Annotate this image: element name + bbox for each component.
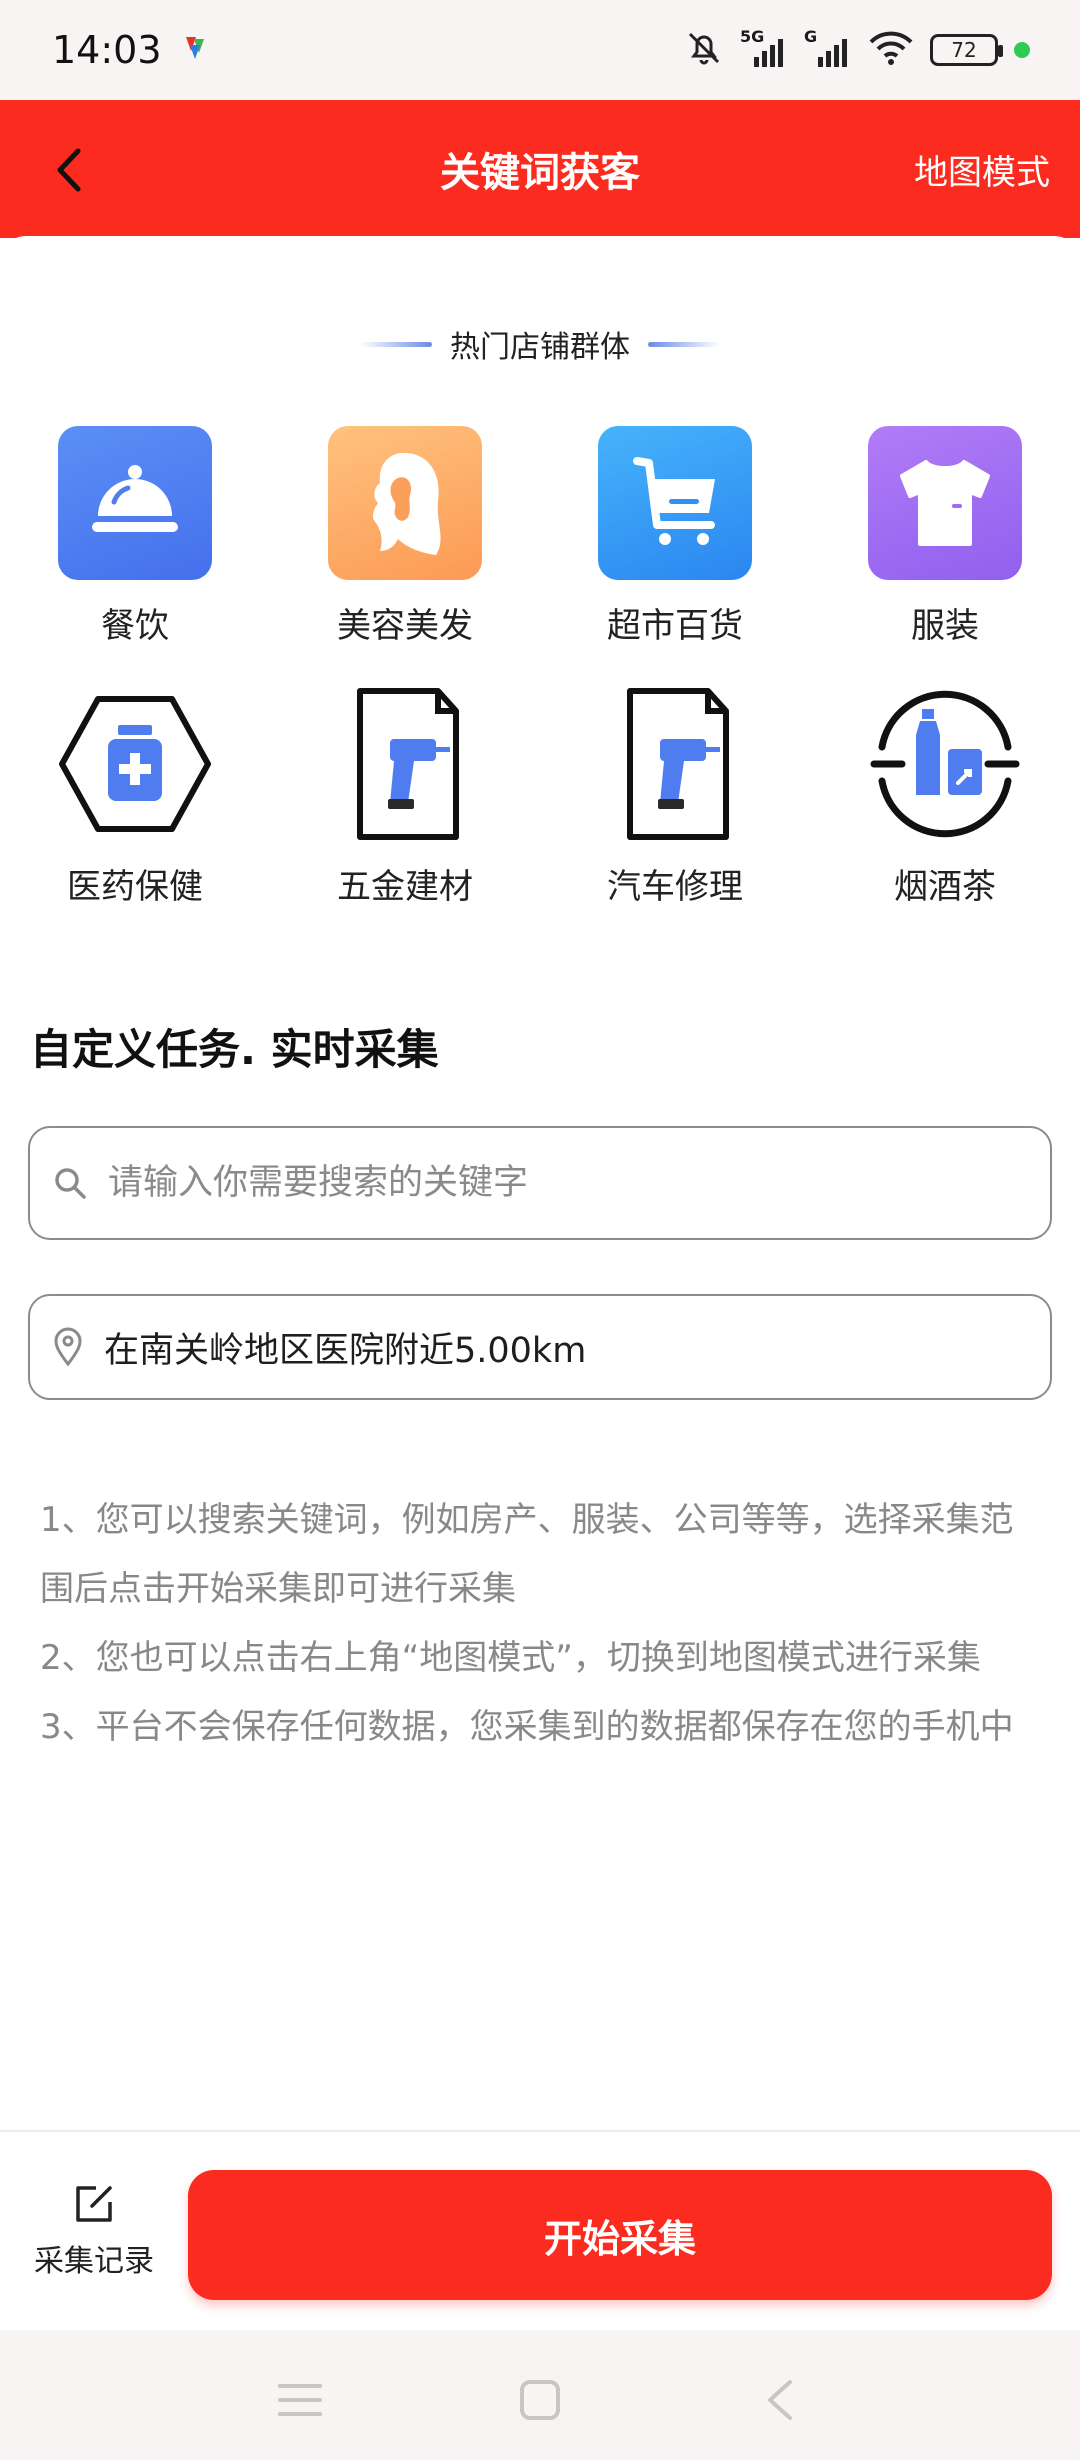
battery-indicator: 72 <box>930 34 1003 66</box>
back-nav-button[interactable] <box>750 2370 810 2430</box>
search-icon <box>55 1168 86 1199</box>
category-item-auto-repair[interactable]: 汽车修理 <box>540 687 810 908</box>
square-icon <box>520 2380 560 2420</box>
status-right: 5G G 72 <box>684 27 1030 72</box>
signal-g-label: G <box>804 27 818 46</box>
category-item-hardware[interactable]: 五金建材 <box>270 687 540 908</box>
tshirt-icon <box>868 426 1022 580</box>
search-field[interactable] <box>28 1126 1052 1240</box>
drill-icon <box>598 687 752 841</box>
heading-line-left <box>360 341 432 347</box>
category-grid: 餐饮 美容美发 超市百货 服装 医药保健 五金建材 汽车修理 烟酒茶 <box>0 426 1080 908</box>
category-label: 服装 <box>911 606 979 646</box>
chevron-left-icon <box>57 148 81 192</box>
category-item-medicine[interactable]: 医药保健 <box>0 687 270 908</box>
category-label: 汽车修理 <box>607 867 743 907</box>
usage-tips: 1、您可以搜索关键词，例如房产、服装、公司等等，选择采集范围后点击开始采集即可进… <box>40 1486 1040 1762</box>
menu-nav-button[interactable] <box>270 2370 330 2430</box>
custom-task-title: 自定义任务. 实时采集 <box>30 1025 439 1074</box>
medicine-bottle-icon <box>58 687 212 841</box>
location-field[interactable]: 在南关岭地区医院附近5.00km <box>28 1294 1052 1400</box>
map-mode-button[interactable]: 地图模式 <box>914 100 1050 238</box>
category-label: 五金建材 <box>337 867 473 907</box>
location-value: 在南关岭地区医院附近5.00km <box>104 1330 587 1371</box>
tip-item: 1、您可以搜索关键词，例如房产、服装、公司等等，选择采集范围后点击开始采集即可进… <box>40 1500 1014 1609</box>
back-button[interactable] <box>30 130 110 210</box>
food-dome-icon <box>58 426 212 580</box>
records-label: 采集记录 <box>34 2244 154 2279</box>
bottle-icon <box>868 687 1022 841</box>
search-input[interactable] <box>108 1163 1008 1203</box>
signal-5g-icon: 5G <box>740 27 788 67</box>
tip-item: 2、您也可以点击右上角“地图模式”，切换到地图模式进行采集 <box>40 1638 981 1678</box>
category-label: 医药保健 <box>67 867 203 907</box>
hot-section-title: 热门店铺群体 <box>450 330 630 365</box>
category-item-supermarket[interactable]: 超市百货 <box>540 426 810 647</box>
home-nav-button[interactable] <box>510 2370 570 2430</box>
category-label: 餐饮 <box>101 606 169 646</box>
menu-icon <box>278 2384 322 2416</box>
heading-line-right <box>648 341 720 347</box>
back-triangle-icon <box>768 2380 792 2420</box>
category-label: 美容美发 <box>337 606 473 646</box>
category-item-clothing[interactable]: 服装 <box>810 426 1080 647</box>
drill-icon <box>328 687 482 841</box>
tip-item: 3、平台不会保存任何数据，您采集到的数据都保存在您的手机中 <box>40 1707 1014 1747</box>
location-pin-icon <box>54 1327 82 1367</box>
status-time: 14:03 <box>52 28 162 72</box>
category-item-tobacco-liquor-tea[interactable]: 烟酒茶 <box>810 687 1080 908</box>
collection-records-button[interactable]: 采集记录 <box>24 2182 164 2292</box>
category-item-beauty[interactable]: 美容美发 <box>270 426 540 647</box>
bell-muted-icon <box>684 28 724 72</box>
bottom-action-bar: 采集记录 开始采集 <box>0 2130 1080 2330</box>
wifi-icon <box>868 30 914 70</box>
category-item-catering[interactable]: 餐饮 <box>0 426 270 647</box>
hair-profile-icon <box>328 426 482 580</box>
signal-5g-label: 5G <box>740 27 765 46</box>
status-bar: 14:03 5G G 72 <box>0 0 1080 100</box>
edit-icon <box>76 2186 112 2222</box>
category-label: 烟酒茶 <box>894 867 996 907</box>
signal-g-icon: G <box>804 27 852 67</box>
shopping-cart-icon <box>598 426 752 580</box>
app-header: 关键词获客 地图模式 <box>0 100 1080 238</box>
status-left: 14:03 <box>52 28 212 72</box>
category-label: 超市百货 <box>607 606 743 646</box>
hot-section-heading: 热门店铺群体 <box>0 322 1080 366</box>
start-collection-button[interactable]: 开始采集 <box>188 2170 1052 2300</box>
app-notification-icon <box>182 33 212 67</box>
privacy-dot <box>1014 42 1030 58</box>
system-nav-bar <box>0 2330 1080 2460</box>
content-card: 热门店铺群体 餐饮 美容美发 超市百货 服装 医药保健 五金建材 汽车修理 烟酒… <box>0 236 1080 2130</box>
